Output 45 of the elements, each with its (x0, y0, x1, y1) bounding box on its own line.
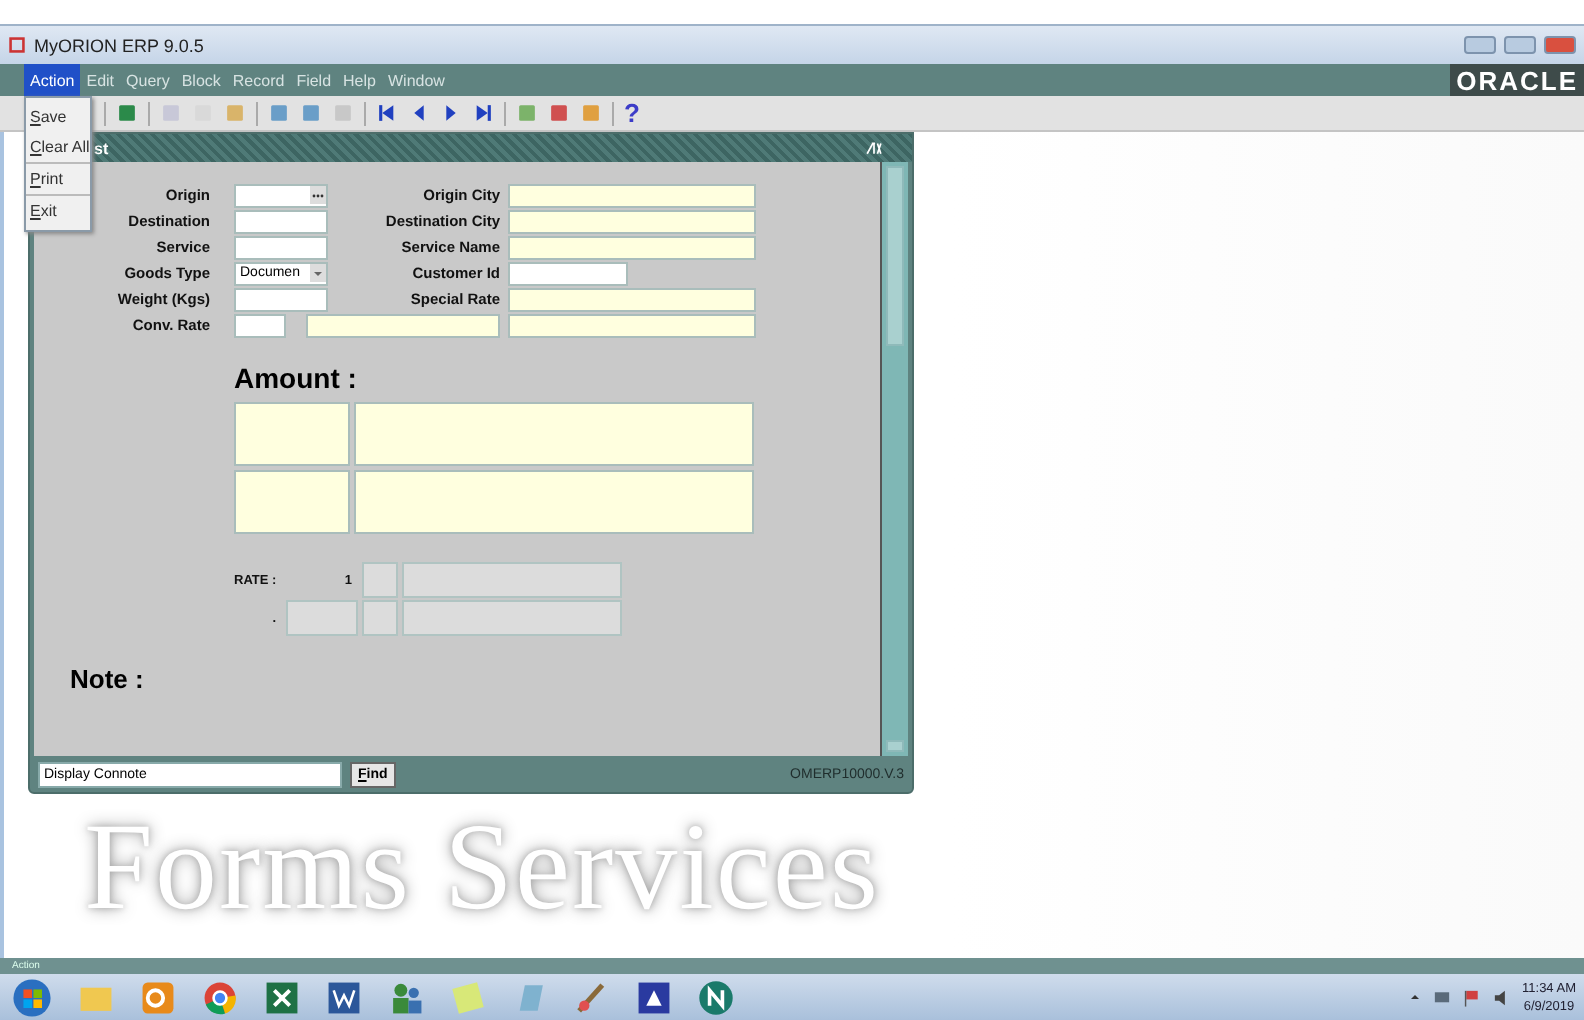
note-icon[interactable] (450, 979, 486, 1015)
menu-entry[interactable]: Exit (26, 196, 90, 226)
spreadsheet-icon[interactable] (264, 979, 300, 1015)
first-icon[interactable] (376, 102, 398, 124)
section-heading: Amount : (234, 362, 359, 394)
last-icon[interactable] (472, 102, 494, 124)
text-field[interactable] (234, 313, 286, 337)
close-button[interactable] (1544, 36, 1576, 54)
display-field (362, 562, 398, 598)
menu-item[interactable]: Action (24, 64, 81, 96)
maximize-button[interactable] (1504, 36, 1536, 54)
menu-entry[interactable]: Clear All (26, 132, 90, 164)
text-field[interactable] (234, 235, 328, 259)
window-title: MyORION ERP 9.0.5 (34, 35, 206, 55)
display-field (234, 470, 350, 534)
list-of-values-icon[interactable] (310, 186, 326, 204)
start-orb-icon[interactable] (12, 977, 52, 1017)
document-icon[interactable] (326, 979, 362, 1015)
flag-icon[interactable] (1462, 987, 1483, 1007)
caret-icon (310, 264, 326, 282)
display-field (234, 402, 350, 466)
backdrop-logo: Forms Services (84, 798, 883, 938)
scale-icon[interactable] (636, 979, 672, 1015)
section-heading: Note : (70, 664, 146, 694)
menu-entry[interactable]: Save (26, 102, 90, 132)
scrollbar[interactable] (882, 162, 908, 756)
form-title: st (94, 139, 111, 157)
text-field[interactable] (234, 183, 328, 207)
menu-entry[interactable]: Print (26, 164, 90, 196)
browser-icon[interactable] (202, 979, 238, 1015)
app-icon (8, 36, 26, 54)
display-field (286, 600, 358, 636)
paint-brush-icon[interactable] (574, 979, 610, 1015)
text-field[interactable] (234, 209, 328, 233)
minimize-button[interactable] (1464, 36, 1496, 54)
text-field[interactable] (234, 287, 328, 311)
help-icon[interactable]: ? (624, 98, 640, 128)
brand-logo: ORACLE (1450, 64, 1584, 96)
n-logo-icon[interactable] (698, 979, 734, 1015)
tray-arrow-icon[interactable] (1408, 990, 1423, 1004)
people-icon[interactable] (388, 979, 424, 1015)
display-field (362, 600, 398, 636)
network-icon[interactable] (1432, 987, 1453, 1007)
mail-app-icon[interactable] (140, 979, 176, 1015)
text-field[interactable] (508, 261, 628, 285)
